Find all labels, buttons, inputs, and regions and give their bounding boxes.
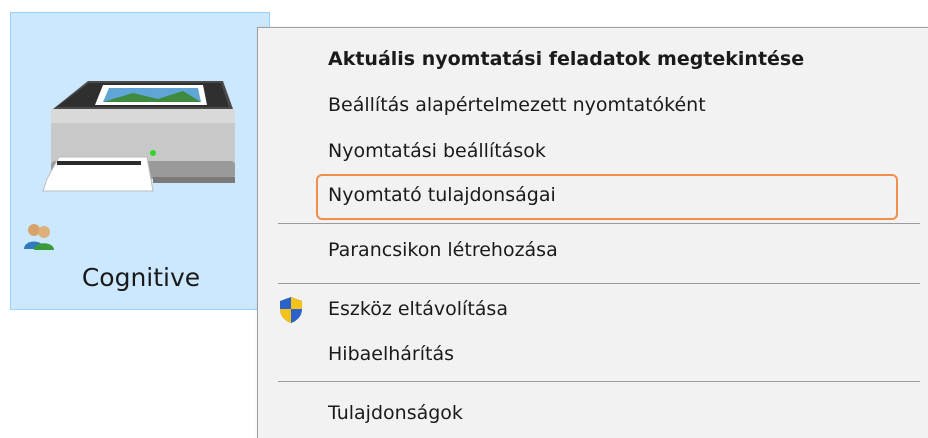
printer-device-tile[interactable]: Cognitive — [10, 12, 270, 310]
menu-item-create-shortcut[interactable]: Parancsikon létrehozása — [258, 228, 928, 272]
desktop-area: Cognitive Aktuális nyomtatási feladatok … — [0, 0, 928, 438]
menu-item-printer-properties[interactable]: Nyomtató tulajdonságai — [258, 173, 928, 220]
shared-users-icon — [24, 224, 54, 250]
menu-item-printing-preferences[interactable]: Nyomtatási beállítások — [258, 129, 928, 173]
menu-separator — [278, 381, 920, 382]
device-name-label: Cognitive — [81, 263, 201, 292]
menu-item-remove-device[interactable]: Eszköz eltávolítása — [258, 287, 928, 331]
menu-item-set-default-printer[interactable]: Beállítás alapértelmezett nyomtatóként — [258, 83, 928, 127]
menu-item-troubleshoot[interactable]: Hibaelhárítás — [258, 332, 928, 376]
menu-item-remove-device-label: Eszköz eltávolítása — [328, 298, 508, 320]
uac-shield-icon — [280, 297, 302, 323]
printer-icon — [42, 81, 235, 192]
menu-separator — [278, 223, 920, 224]
context-menu: Aktuális nyomtatási feladatok megtekinté… — [257, 27, 928, 438]
menu-item-properties[interactable]: Tulajdonságok — [258, 391, 928, 435]
menu-item-view-print-queue[interactable]: Aktuális nyomtatási feladatok megtekinté… — [258, 37, 928, 81]
menu-separator — [278, 283, 920, 284]
